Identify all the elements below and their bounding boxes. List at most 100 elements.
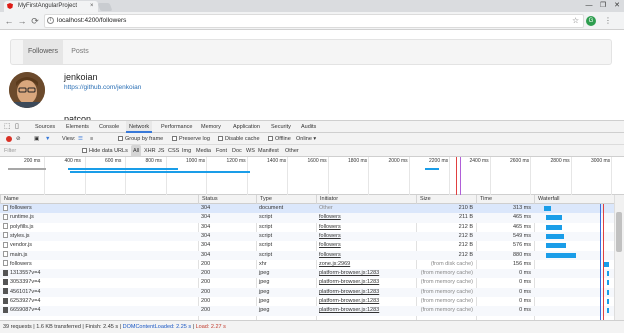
waterfall-bar[interactable] bbox=[606, 299, 609, 304]
filter-type-media[interactable]: Media bbox=[196, 145, 211, 157]
forward-icon[interactable]: → bbox=[16, 12, 28, 30]
info-icon[interactable]: i bbox=[47, 17, 54, 24]
extension-icon[interactable]: G bbox=[586, 16, 596, 26]
filter-icon[interactable]: ▼ bbox=[45, 133, 50, 145]
filter-type-other[interactable]: Other bbox=[285, 145, 299, 157]
follower-profile-link[interactable]: https://github.com/jenkoian bbox=[64, 84, 141, 91]
record-icon[interactable] bbox=[6, 136, 12, 142]
filter-type-css[interactable]: CSS bbox=[168, 145, 179, 157]
tab-audits[interactable]: Audits bbox=[298, 121, 319, 133]
waterfall-bar[interactable] bbox=[606, 280, 609, 286]
document-file-icon bbox=[3, 241, 8, 248]
tab-close-icon[interactable]: × bbox=[90, 1, 94, 12]
url-input[interactable]: localhost:4200/followers bbox=[44, 14, 584, 28]
cell-initiator[interactable]: followers bbox=[316, 223, 416, 232]
reload-icon[interactable]: ⟳ bbox=[29, 12, 41, 30]
filter-type-js[interactable]: JS bbox=[158, 145, 164, 157]
tab-security[interactable]: Security bbox=[268, 121, 294, 133]
nav-followers-link[interactable]: Followers bbox=[23, 40, 63, 64]
maximize-button[interactable]: ❐ bbox=[596, 0, 610, 12]
waterfall-bar[interactable] bbox=[545, 233, 565, 239]
tab-network[interactable]: Network bbox=[126, 121, 153, 133]
waterfall-bar[interactable] bbox=[603, 261, 610, 267]
filter-type-ws[interactable]: WS bbox=[246, 145, 255, 157]
document-file-icon bbox=[3, 223, 8, 230]
cell-type: script bbox=[259, 214, 273, 221]
waterfall-bar[interactable] bbox=[606, 289, 609, 295]
tab-sources[interactable]: Sources bbox=[32, 121, 58, 133]
large-rows-icon[interactable]: ☰ bbox=[78, 133, 83, 145]
request-name: polyfills.js bbox=[10, 223, 34, 230]
waterfall-bar[interactable] bbox=[606, 271, 609, 277]
nav-panel bbox=[10, 39, 612, 65]
cell-status: 304 bbox=[201, 251, 211, 258]
scrollbar-thumb[interactable] bbox=[616, 212, 622, 252]
column-header-time[interactable]: Time bbox=[476, 195, 534, 204]
cell-initiator[interactable]: platform-browser.js:1283 bbox=[316, 288, 416, 297]
tab-application[interactable]: Application bbox=[230, 121, 263, 133]
image-file-icon bbox=[3, 278, 8, 285]
cell-initiator[interactable]: followers bbox=[316, 232, 416, 241]
waterfall-bar[interactable] bbox=[545, 224, 562, 230]
cell-initiator[interactable]: zone.js:2969 bbox=[316, 260, 416, 269]
device-toolbar-icon[interactable]: ▯ bbox=[15, 122, 19, 132]
new-tab-button[interactable] bbox=[97, 3, 113, 11]
bookmark-star-icon[interactable]: ☆ bbox=[572, 14, 579, 28]
cell-size: (from memory cache) bbox=[420, 298, 473, 304]
filter-input[interactable]: Filter bbox=[4, 145, 16, 157]
nav-posts-link[interactable]: Posts bbox=[66, 40, 94, 64]
clear-icon[interactable]: ⊘ bbox=[16, 133, 21, 145]
request-name: vendor.js bbox=[10, 242, 33, 249]
filter-type-img[interactable]: Img bbox=[182, 145, 191, 157]
filter-type-all[interactable]: All bbox=[131, 145, 142, 157]
cell-status: 304 bbox=[201, 205, 211, 211]
disable-cache-checkbox[interactable]: Disable cache bbox=[218, 133, 260, 145]
tab-console[interactable]: Console bbox=[96, 121, 122, 133]
waterfall-bar[interactable] bbox=[545, 215, 562, 221]
overview-tick-label: 3000 ms bbox=[591, 158, 611, 164]
overview-icon[interactable]: ≡ bbox=[90, 133, 93, 145]
filter-type-xhr[interactable]: XHR bbox=[144, 145, 156, 157]
cell-time: 156 ms bbox=[512, 260, 531, 267]
group-by-frame-checkbox[interactable]: Group by frame bbox=[118, 133, 163, 145]
column-header-waterfall[interactable]: Waterfall bbox=[534, 195, 614, 204]
column-header-type[interactable]: Type bbox=[256, 195, 316, 204]
waterfall-bar[interactable] bbox=[543, 206, 551, 211]
load-time: Load: 2.27 s bbox=[195, 324, 226, 330]
camera-icon[interactable]: ▣ bbox=[34, 133, 39, 145]
cell-size: 210 B bbox=[458, 205, 473, 211]
waterfall-bar[interactable] bbox=[545, 252, 576, 258]
browser-tab[interactable]: MyFirstAngularProject bbox=[4, 1, 98, 12]
cell-initiator[interactable]: platform-browser.js:1283 bbox=[316, 269, 416, 278]
request-name: 6253927v=4 bbox=[10, 298, 41, 304]
cell-initiator[interactable]: platform-browser.js:1283 bbox=[316, 306, 416, 315]
cell-initiator[interactable]: followers bbox=[316, 241, 416, 250]
back-icon[interactable]: ← bbox=[3, 12, 15, 30]
column-header-name[interactable]: Name bbox=[0, 195, 198, 204]
column-header-status[interactable]: Status bbox=[198, 195, 256, 204]
filter-type-manifest[interactable]: Manifest bbox=[258, 145, 279, 157]
avatar bbox=[9, 72, 45, 108]
cell-initiator[interactable]: platform-browser.js:1283 bbox=[316, 297, 416, 306]
waterfall-bar[interactable] bbox=[545, 243, 566, 249]
tab-performance[interactable]: Performance bbox=[158, 121, 196, 133]
minimize-button[interactable]: — bbox=[582, 0, 596, 12]
cell-initiator[interactable]: followers bbox=[316, 251, 416, 260]
cell-initiator[interactable]: followers bbox=[316, 213, 416, 222]
throttle-select[interactable]: Online ▾ bbox=[296, 133, 316, 145]
browser-menu-icon[interactable]: ⋮ bbox=[604, 14, 612, 28]
column-header-initiator[interactable]: Initiator bbox=[316, 195, 416, 204]
close-window-button[interactable]: ✕ bbox=[610, 0, 624, 12]
filter-type-doc[interactable]: Doc bbox=[232, 145, 242, 157]
preserve-log-checkbox[interactable]: Preserve log bbox=[172, 133, 210, 145]
filter-type-font[interactable]: Font bbox=[216, 145, 227, 157]
offline-checkbox[interactable]: Offline bbox=[268, 133, 291, 145]
column-header-size[interactable]: Size bbox=[416, 195, 476, 204]
inspect-element-icon[interactable]: ⬚ bbox=[4, 122, 11, 132]
request-name: 4561017v=4 bbox=[10, 288, 41, 295]
tab-elements[interactable]: Elements bbox=[63, 121, 92, 133]
waterfall-bar[interactable] bbox=[606, 308, 609, 314]
cell-initiator[interactable]: platform-browser.js:1283 bbox=[316, 278, 416, 287]
tab-memory[interactable]: Memory bbox=[198, 121, 224, 133]
hide-data-urls-checkbox[interactable]: Hide data URLs bbox=[82, 145, 128, 157]
